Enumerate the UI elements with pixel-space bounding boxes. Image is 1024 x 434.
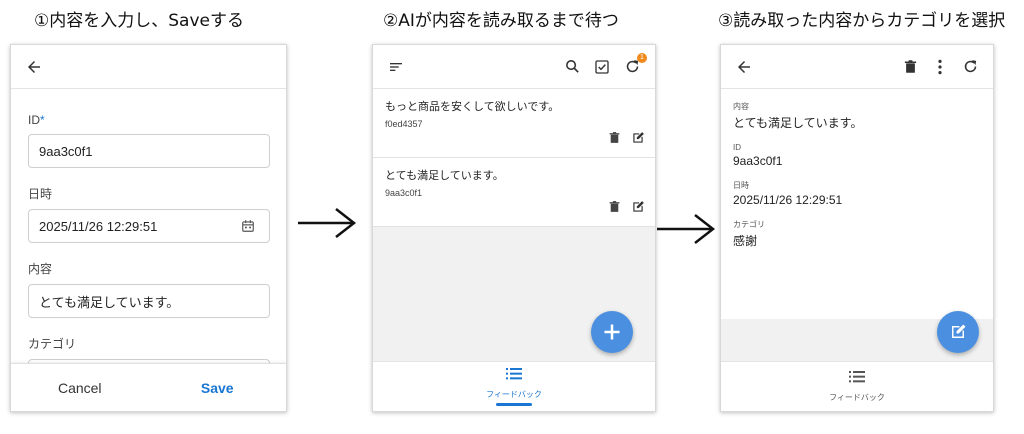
id-value: 9aa3c0f1 — [733, 154, 783, 168]
app-bar — [721, 45, 993, 89]
list-screen: 1 もっと商品を安くして欲しいです。 f0ed4357 とても満足しています。 … — [372, 44, 656, 412]
list-item[interactable]: とても満足しています。 9aa3c0f1 — [373, 158, 655, 227]
list-icon[interactable] — [849, 370, 865, 389]
calendar-icon[interactable] — [237, 215, 259, 237]
datetime-label: 日時 — [733, 181, 749, 190]
plus-icon — [604, 324, 620, 340]
datetime-label: 日時 — [28, 187, 53, 201]
edit-icon[interactable] — [631, 131, 645, 150]
step-3-title: ③読み取った内容からカテゴリを選択 — [718, 11, 1006, 31]
sort-icon[interactable] — [385, 56, 407, 78]
item-id: 9aa3c0f1 — [385, 188, 423, 198]
detail-screen: 内容 とても満足しています。 ID 9aa3c0f1 日時 2025/11/26… — [720, 44, 994, 412]
arrow-right-icon — [298, 208, 357, 238]
id-label: ID — [733, 143, 741, 152]
arrow-right-icon — [657, 214, 716, 244]
search-icon[interactable] — [561, 56, 583, 78]
item-text: とても満足しています。 — [385, 170, 504, 182]
content-input[interactable]: とても満足しています。 — [28, 284, 270, 318]
trash-icon[interactable] — [608, 200, 621, 219]
trash-icon[interactable] — [899, 56, 921, 78]
app-bar: 1 — [373, 45, 655, 89]
cancel-button[interactable]: Cancel — [11, 380, 149, 396]
id-label: ID — [28, 113, 40, 127]
category-label: カテゴリ — [28, 337, 77, 351]
save-button[interactable]: Save — [149, 380, 287, 396]
datetime-input[interactable]: 2025/11/26 12:29:51 — [28, 209, 270, 243]
back-arrow-icon[interactable] — [23, 56, 45, 78]
edit-icon — [952, 324, 966, 338]
edit-icon[interactable] — [631, 200, 645, 219]
category-label: カテゴリ — [733, 220, 765, 229]
form-footer: Cancel Save — [11, 363, 286, 411]
content-label: 内容 — [28, 262, 53, 276]
list-item[interactable]: もっと商品を安くして欲しいです。 f0ed4357 — [373, 89, 655, 158]
datetime-field-group: 日時 2025/11/26 12:29:51 — [28, 185, 270, 243]
id-input[interactable]: 9aa3c0f1 — [28, 134, 270, 168]
add-button[interactable] — [591, 311, 633, 353]
content-label: 内容 — [733, 102, 749, 111]
content-value: とても満足しています。 — [733, 116, 863, 130]
item-id: f0ed4357 — [385, 119, 423, 129]
nav-feedback-label[interactable]: フィードバック — [486, 389, 542, 400]
item-text: もっと商品を安くして欲しいです。 — [385, 101, 560, 113]
content-value: とても満足しています。 — [39, 294, 180, 310]
datetime-value: 2025/11/26 12:29:51 — [733, 193, 843, 207]
refresh-icon[interactable] — [959, 56, 981, 78]
required-mark: * — [40, 113, 45, 127]
active-tab-indicator — [496, 403, 532, 406]
step-1-title: ①内容を入力し、Saveする — [34, 11, 244, 31]
more-vert-icon[interactable] — [929, 56, 951, 78]
step-2-title: ②AIが内容を読み取るまで待つ — [383, 11, 619, 31]
notification-badge: 1 — [637, 52, 647, 63]
checkbox-icon[interactable] — [591, 56, 613, 78]
detail-panel: 内容 とても満足しています。 ID 9aa3c0f1 日時 2025/11/26… — [721, 89, 993, 319]
bottom-nav: フィードバック — [721, 361, 993, 411]
id-value: 9aa3c0f1 — [39, 143, 93, 159]
trash-icon[interactable] — [608, 131, 621, 150]
app-bar — [11, 45, 286, 89]
edit-button[interactable] — [937, 311, 979, 353]
category-value: 感謝 — [733, 234, 758, 248]
form-screen: ID* 9aa3c0f1 日時 2025/11/26 12:29:51 内容 と… — [10, 44, 287, 412]
datetime-value: 2025/11/26 12:29:51 — [39, 218, 158, 234]
back-arrow-icon[interactable] — [733, 56, 755, 78]
bottom-nav: フィードバック — [373, 361, 655, 411]
refresh-icon[interactable]: 1 — [621, 52, 647, 78]
nav-feedback-label[interactable]: フィードバック — [829, 392, 885, 403]
id-field-group: ID* 9aa3c0f1 — [28, 113, 270, 168]
list-icon[interactable] — [506, 367, 522, 386]
content-field-group: 内容 とても満足しています。 — [28, 260, 270, 318]
